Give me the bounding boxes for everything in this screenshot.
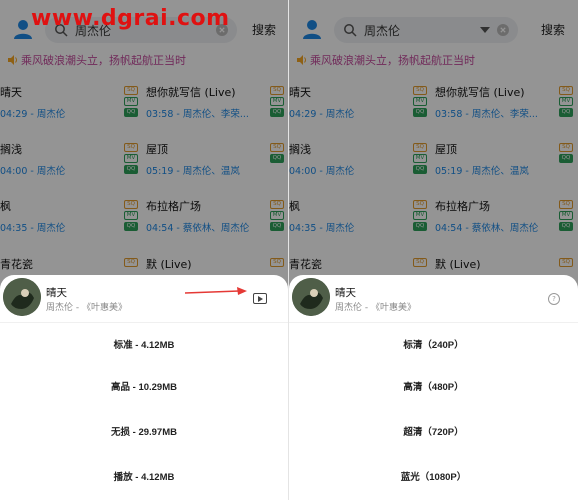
watermark: www.dgrai.com	[31, 6, 230, 31]
album-art	[292, 278, 330, 316]
download-sheet: 晴天 周杰伦 - 《叶惠美》 标准 - 4.12MB 高品 - 10.29MB 无损…	[0, 275, 288, 500]
left-phone-screen: 周杰伦 搜索 乘风破浪潮头立，扬帆起航正当时 晴天 04:29 - 周杰伦 SQ MV…	[0, 0, 288, 500]
sheet-header: 晴天 周杰伦 - 《叶惠美》	[0, 275, 288, 323]
mv-play-icon[interactable]	[253, 293, 267, 304]
sheet-song-title: 晴天	[46, 287, 67, 299]
right-phone-screen: 周杰伦 搜索 乘风破浪潮头立，扬帆起航正当时 晴天 04:29 - 周杰伦 SQ MV…	[289, 0, 578, 500]
quality-option[interactable]: 高清（480P）	[289, 377, 578, 399]
sheet-song-subtitle: 周杰伦 - 《叶惠美》	[46, 303, 127, 313]
quality-option[interactable]: 超清（720P）	[289, 422, 578, 444]
dim-overlay[interactable]	[289, 0, 578, 290]
download-option[interactable]: 无损 - 29.97MB	[0, 422, 288, 444]
dim-overlay[interactable]	[0, 0, 288, 290]
quality-option[interactable]: 标清（240P）	[289, 335, 578, 357]
download-option[interactable]: 高品 - 10.29MB	[0, 377, 288, 399]
help-icon[interactable]: ?	[548, 293, 560, 305]
album-art	[3, 278, 41, 316]
download-option[interactable]: 标准 - 4.12MB	[0, 335, 288, 357]
red-arrow-annotation	[185, 287, 247, 295]
quality-option[interactable]: 蓝光（1080P）	[289, 467, 578, 489]
sheet-song-subtitle: 周杰伦 - 《叶惠美》	[335, 303, 416, 313]
download-option[interactable]: 播放 - 4.12MB	[0, 467, 288, 489]
sheet-song-title: 晴天	[335, 287, 356, 299]
sheet-header: 晴天 周杰伦 - 《叶惠美》 ?	[289, 275, 578, 323]
video-quality-sheet: 晴天 周杰伦 - 《叶惠美》 ? 标清（240P） 高清（480P） 超清（720P…	[289, 275, 578, 500]
